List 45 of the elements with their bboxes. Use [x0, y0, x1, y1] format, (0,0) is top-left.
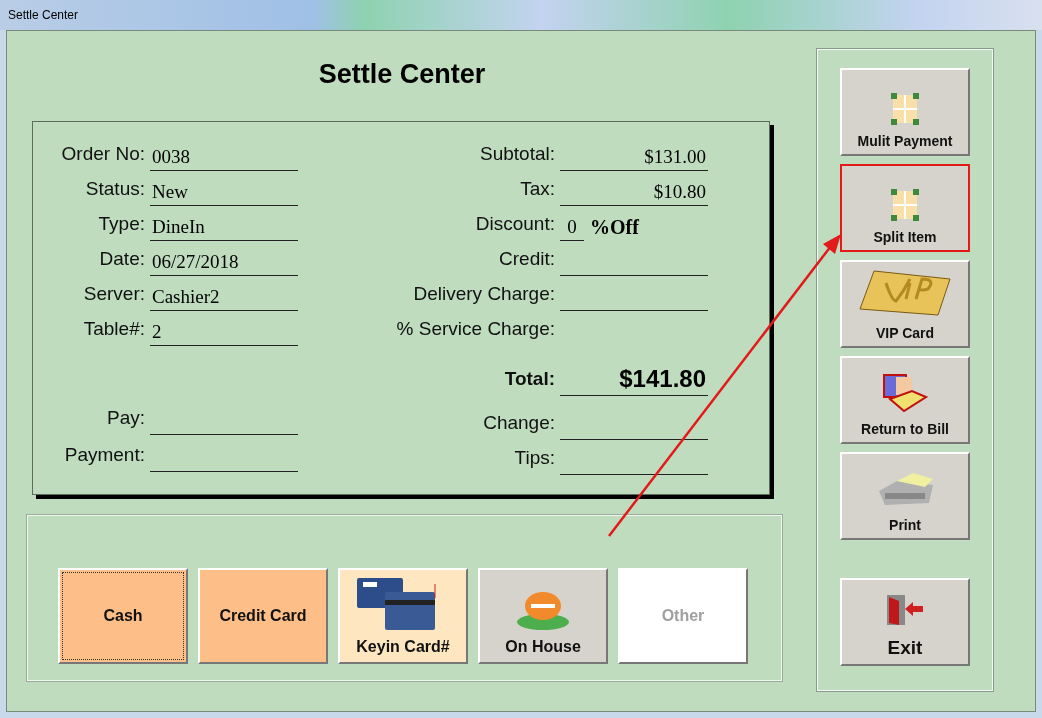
field-label: Payment: — [63, 444, 145, 467]
screen-heading: Settle Center — [317, 59, 487, 91]
window-title: Settle Center — [8, 8, 79, 22]
field-label: Status: — [84, 178, 145, 201]
action-button[interactable]: Exit — [840, 578, 970, 666]
field-label: Server: — [82, 283, 145, 306]
payment-button[interactable]: Credit Card — [198, 568, 328, 664]
field-label: % Service Charge: — [395, 318, 555, 341]
total-value: $141.80 — [560, 367, 708, 396]
field-label: Tax: — [519, 178, 555, 201]
field-label: Subtotal: — [479, 143, 555, 166]
action-button[interactable]: Print — [840, 452, 970, 540]
field-value: 0038 — [150, 142, 298, 171]
field-label: Date: — [98, 248, 145, 271]
field-label: Tips: — [513, 447, 555, 470]
field-label: Table#: — [82, 318, 145, 341]
field-label: Pay: — [105, 407, 145, 430]
person-writing-icon — [882, 373, 928, 413]
field-label: Credit: — [498, 248, 555, 271]
amount-value: $131.00 — [560, 142, 708, 171]
field-label: Total: — [503, 368, 555, 391]
discount-field[interactable]: 0 — [560, 216, 584, 241]
discount-unit: %Off — [590, 216, 639, 240]
grid-icon — [891, 93, 919, 125]
field-label: Discount: — [474, 213, 555, 236]
field-value: 06/27/2018 — [150, 247, 298, 276]
field-label: Change: — [482, 412, 555, 435]
field-label: Order No: — [60, 143, 145, 166]
action-button[interactable]: VIP Card — [840, 260, 970, 348]
field-value: New — [150, 177, 298, 206]
payment-button[interactable]: Cash — [58, 568, 188, 664]
field-value: 2 — [150, 317, 298, 346]
field-label: Type: — [97, 213, 145, 236]
action-button[interactable]: Return to Bill — [840, 356, 970, 444]
amount-value: $10.80 — [560, 177, 708, 206]
field-label: Delivery Charge: — [412, 283, 555, 306]
exit-door-icon — [885, 593, 925, 627]
payment-button[interactable]: Keyin Card# — [338, 568, 468, 664]
payment-button[interactable]: On House — [478, 568, 608, 664]
field-value: Cashier2 — [150, 282, 298, 311]
action-button[interactable]: Split Item — [840, 164, 970, 252]
action-button[interactable]: Mulit Payment — [840, 68, 970, 156]
vip-card-icon — [858, 269, 952, 317]
field-value: DineIn — [150, 212, 298, 241]
grid-icon — [891, 189, 919, 221]
